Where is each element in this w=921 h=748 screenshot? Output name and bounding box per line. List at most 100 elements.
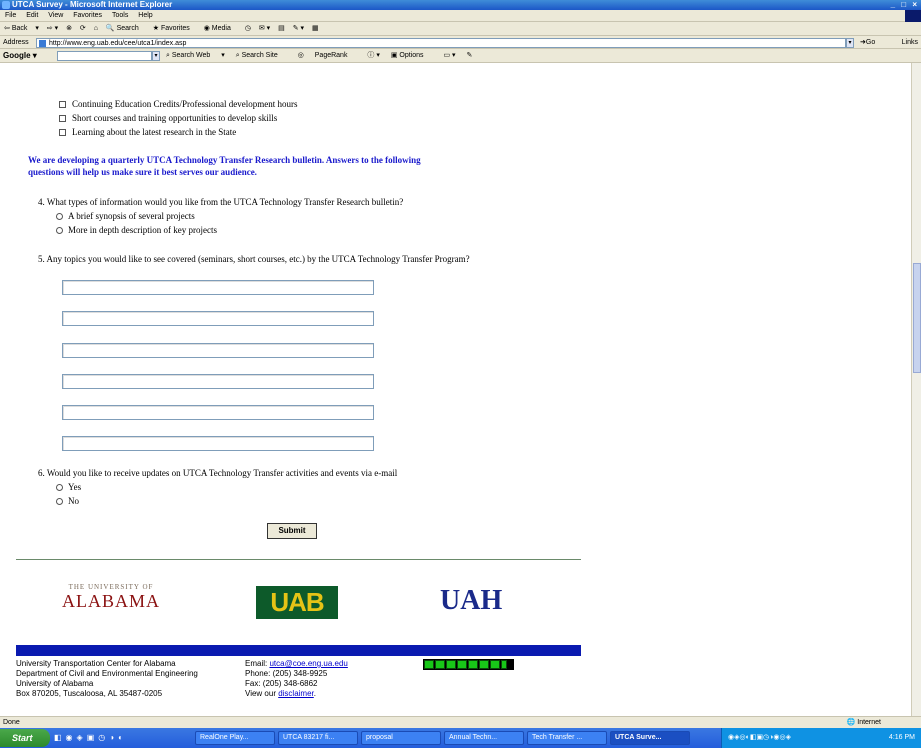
status-bar: Done 🌐 Internet <box>0 716 921 728</box>
footer-contact: Email: utca@coe.eng.ua.edu Phone: (205) … <box>245 659 348 698</box>
page-content: Continuing Education Credits/Professiona… <box>0 63 911 716</box>
discuss-icon[interactable]: ▦ <box>312 25 319 32</box>
ie-window: UTCA Survey - Microsoft Internet Explore… <box>0 0 921 748</box>
question-6: 6. Would you like to receive updates on … <box>38 468 398 478</box>
uah-logo[interactable]: UAH <box>440 585 502 617</box>
topic-input-1[interactable] <box>62 280 374 295</box>
search-web-button[interactable]: ⌕ Search Web ▾ <box>166 52 225 59</box>
google-logo[interactable]: Google ▾ <box>3 51 37 60</box>
topic-input-5[interactable] <box>62 405 374 420</box>
clock: 4:16 PM <box>888 734 915 741</box>
radio-button[interactable] <box>56 227 63 235</box>
mail-icon[interactable]: ✉ ▾ <box>259 25 270 32</box>
scrollbar-thumb[interactable] <box>913 263 921 373</box>
folder-icon[interactable]: ▭ ▾ <box>443 52 455 59</box>
vertical-scrollbar[interactable] <box>911 63 921 716</box>
task-utca-doc[interactable]: UTCA 83217 fi... <box>278 731 358 745</box>
tray-icons[interactable]: ◉◈◎◐◧▣◷◑◉◎◈ <box>728 734 791 741</box>
favorites-button[interactable]: ★ Favorites <box>153 25 196 32</box>
window-title: UTCA Survey - Microsoft Internet Explore… <box>12 0 173 9</box>
topic-input-2[interactable] <box>62 311 374 326</box>
university-of-alabama-logo[interactable]: THE UNIVERSITY OF ALABAMA <box>61 583 161 612</box>
menu-view[interactable]: View <box>48 12 63 19</box>
window-controls[interactable]: _ □ × <box>891 0 919 10</box>
options-button[interactable]: ▣ Options <box>391 52 433 59</box>
highlight-icon[interactable]: ✎ <box>467 52 473 59</box>
address-label: Address <box>3 39 29 46</box>
topic-input-3[interactable] <box>62 343 374 358</box>
print-icon[interactable]: ▤ <box>278 25 285 32</box>
q6-option-no[interactable]: No <box>56 495 79 507</box>
media-button[interactable]: ◉ Media <box>204 25 237 32</box>
go-button[interactable]: ➜Go <box>860 36 875 49</box>
search-site-button[interactable]: ⌕ Search Site <box>236 52 287 59</box>
windows-flag-icon <box>905 10 921 22</box>
links-button[interactable]: Links <box>902 36 918 49</box>
quick-launch[interactable]: ◧◉◈▣◷◑◐ <box>54 733 127 742</box>
hit-counter <box>423 659 514 670</box>
checkbox[interactable] <box>59 115 66 123</box>
google-buttons: ⌕ Search Web ▾ ⌕ Search Site ◎ PageRank … <box>166 49 481 63</box>
task-tech-transfer[interactable]: Tech Transfer ... <box>527 731 607 745</box>
menu-file[interactable]: File <box>5 12 16 19</box>
address-bar: Address http://www.eng.uab.edu/cee/utca1… <box>0 36 921 49</box>
checkbox-row-short-courses[interactable]: Short courses and training opportunities… <box>59 112 277 124</box>
q6-option-yes[interactable]: Yes <box>56 481 81 493</box>
home-icon[interactable]: ⌂ <box>94 25 98 32</box>
page-icon <box>39 40 46 47</box>
address-url: http://www.eng.uab.edu/cee/utca1/index.a… <box>49 40 187 47</box>
submit-button[interactable]: Submit <box>267 523 317 539</box>
topic-input-4[interactable] <box>62 374 374 389</box>
menu-tools[interactable]: Tools <box>112 12 128 19</box>
radio-button[interactable] <box>56 484 63 492</box>
q4-option-in-depth[interactable]: More in depth description of key project… <box>56 224 217 236</box>
task-proposal[interactable]: proposal <box>361 731 441 745</box>
task-realone[interactable]: RealOne Play... <box>195 731 275 745</box>
email-link[interactable]: utca@coe.eng.ua.edu <box>269 659 347 668</box>
checkbox-row-ce-credits[interactable]: Continuing Education Credits/Professiona… <box>59 98 297 110</box>
system-tray: ◉◈◎◐◧▣◷◑◉◎◈ 4:16 PM <box>721 728 921 748</box>
start-button[interactable]: Start <box>0 729 50 747</box>
task-utca-survey[interactable]: UTCA Surve... <box>610 731 690 745</box>
address-dropdown-icon[interactable]: ▾ <box>846 38 854 48</box>
title-bar: UTCA Survey - Microsoft Internet Explore… <box>0 0 921 10</box>
edit-icon[interactable]: ✎ ▾ <box>293 25 304 32</box>
menu-help[interactable]: Help <box>138 12 152 19</box>
footer-bar <box>16 645 581 656</box>
info-icon[interactable]: ⓘ ▾ <box>367 52 379 59</box>
menu-edit[interactable]: Edit <box>26 12 38 19</box>
uab-logo[interactable]: UAB <box>256 586 338 619</box>
search-button[interactable]: 🔍 Search <box>106 25 145 32</box>
divider <box>16 559 581 560</box>
radio-button[interactable] <box>56 213 63 221</box>
ie-icon <box>2 1 10 9</box>
q4-option-synopsis[interactable]: A brief synopsis of several projects <box>56 210 195 222</box>
task-annual-tech[interactable]: Annual Techn... <box>444 731 524 745</box>
checkbox[interactable] <box>59 129 66 137</box>
menu-bar: File Edit View Favorites Tools Help <box>0 10 921 22</box>
question-5: 5. Any topics you would like to see cove… <box>38 254 470 264</box>
back-button[interactable]: ⇦ Back ▾ <box>4 25 39 32</box>
bulletin-announcement: We are developing a quarterly UTCA Techn… <box>28 155 421 177</box>
forward-button[interactable]: ⇨ ▾ <box>47 25 58 32</box>
refresh-icon[interactable]: ⟳ <box>80 25 86 32</box>
topic-input-6[interactable] <box>62 436 374 451</box>
google-dropdown-icon[interactable]: ▾ <box>152 51 160 61</box>
taskbar: Start ◧◉◈▣◷◑◐ RealOne Play... UTCA 83217… <box>0 728 921 748</box>
question-4: 4. What types of information would you l… <box>38 197 404 207</box>
checkbox[interactable] <box>59 101 66 109</box>
history-icon[interactable]: ◷ <box>245 25 251 32</box>
checkbox-row-research[interactable]: Learning about the latest research in th… <box>59 126 236 138</box>
footer-address: University Transportation Center for Ala… <box>16 659 198 698</box>
standard-toolbar: ⇦ Back ▾ ⇨ ▾ ⊗ ⟳ ⌂ 🔍 Search ★ Favorites … <box>0 22 921 36</box>
status-text: Done <box>3 719 20 726</box>
disclaimer-link[interactable]: disclaimer <box>278 689 314 698</box>
radio-button[interactable] <box>56 498 63 506</box>
news-icon[interactable]: ◎ <box>298 52 304 59</box>
stop-icon[interactable]: ⊗ <box>66 25 72 32</box>
google-search-input[interactable] <box>57 51 152 61</box>
address-input[interactable]: http://www.eng.uab.edu/cee/utca1/index.a… <box>36 38 846 48</box>
pagerank-button[interactable]: PageRank <box>315 52 357 59</box>
menu-favorites[interactable]: Favorites <box>73 12 102 19</box>
google-toolbar: Google ▾ ▾ ⌕ Search Web ▾ ⌕ Search Site … <box>0 49 921 63</box>
